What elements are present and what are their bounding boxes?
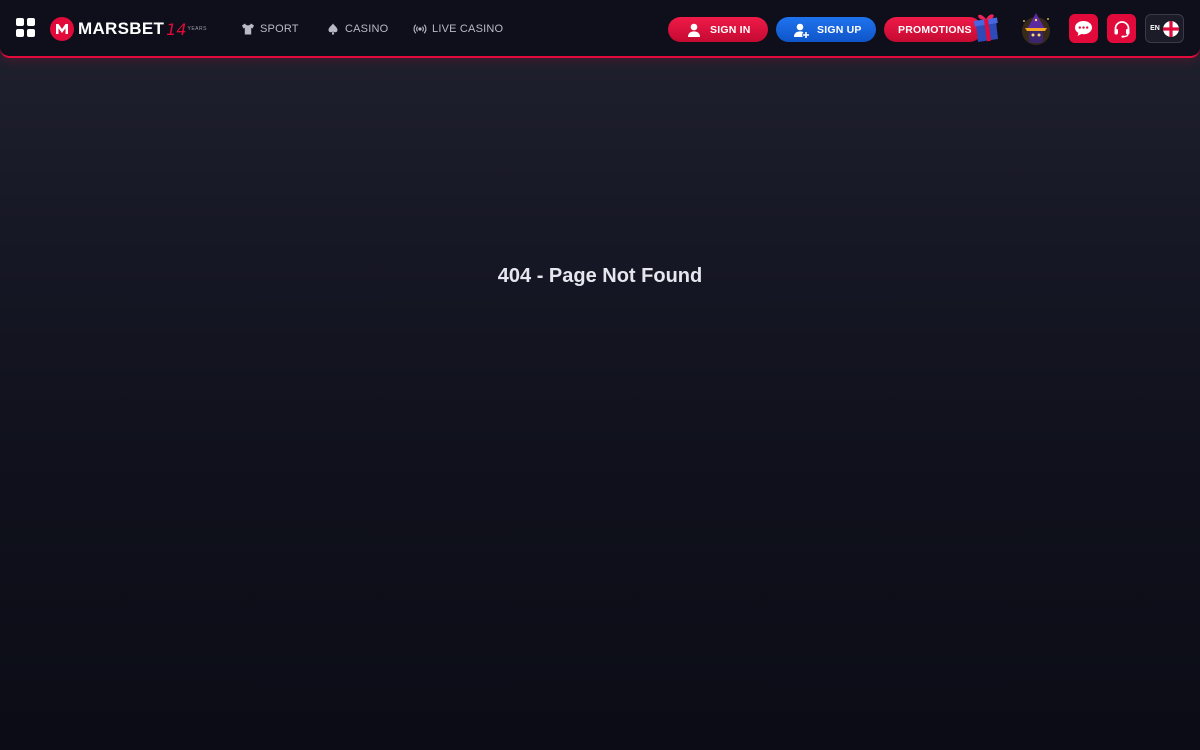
logo-brand-text: MARSBET: [78, 19, 165, 38]
chat-bubble-icon: [1075, 21, 1092, 36]
logo-years-number: 14: [166, 19, 187, 39]
spade-icon: [328, 23, 338, 35]
top-header: MARSBET 14 YEARS SPORT CASINO LIVE CASIN…: [0, 0, 1200, 58]
nav-casino-label: CASINO: [345, 23, 389, 35]
page: MARSBET 14 YEARS SPORT CASINO LIVE CASIN…: [0, 0, 1200, 750]
menu-grid-icon[interactable]: [16, 18, 35, 37]
promotions-label: PROMOTIONS: [898, 23, 972, 36]
not-found-message: 404 - Page Not Found: [497, 265, 703, 287]
chat-button[interactable]: [1069, 14, 1098, 43]
jersey-icon: [242, 23, 254, 35]
sign-in-button[interactable]: SIGN IN: [668, 17, 768, 42]
headset-icon: [1114, 20, 1129, 38]
marsbet-logo[interactable]: MARSBET 14 YEARS: [50, 17, 207, 41]
nav-casino[interactable]: CASINO: [326, 21, 388, 37]
nav-live-casino-label: LIVE CASINO: [432, 23, 504, 35]
nav-live-casino[interactable]: LIVE CASINO: [413, 21, 503, 37]
support-button[interactable]: [1107, 14, 1136, 43]
logo-mark-icon: [50, 17, 74, 41]
sign-up-button[interactable]: SIGN UP: [776, 17, 876, 42]
wizard-bonus-icon[interactable]: [1018, 11, 1054, 47]
language-selector[interactable]: EN: [1145, 14, 1184, 43]
broadcast-icon: [413, 24, 427, 34]
sign-up-label: SIGN UP: [817, 23, 862, 36]
gift-icon: [974, 14, 998, 42]
add-user-icon: [794, 23, 809, 38]
nav-sport[interactable]: SPORT: [241, 21, 299, 37]
england-flag-icon: [1162, 20, 1179, 37]
user-icon: [688, 23, 700, 37]
nav-sport-label: SPORT: [260, 23, 299, 35]
logo-years-label: YEARS: [187, 26, 207, 32]
sign-in-label: SIGN IN: [710, 23, 751, 36]
language-label: EN: [1150, 25, 1160, 32]
